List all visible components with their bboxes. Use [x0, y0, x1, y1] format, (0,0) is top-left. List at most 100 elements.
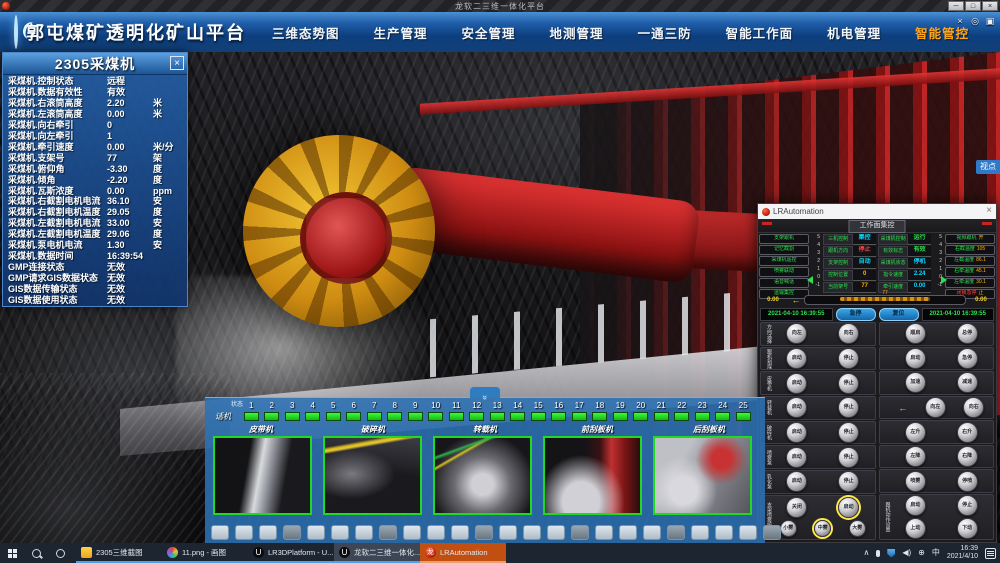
- nav-item-1[interactable]: 三维态势图: [272, 23, 340, 42]
- channel-status-block[interactable]: [736, 412, 751, 421]
- round-button-减速[interactable]: 减速: [957, 372, 978, 393]
- channel-status-block[interactable]: [613, 412, 628, 421]
- camera-thumbnail-4[interactable]: [543, 436, 642, 515]
- nav-item-5[interactable]: 一通三防: [638, 23, 692, 42]
- round-button-喷雾[interactable]: 喷雾: [905, 471, 926, 492]
- strip-tile[interactable]: [355, 525, 373, 540]
- nav-item-2[interactable]: 生产管理: [374, 23, 428, 42]
- channel-status-block[interactable]: [449, 412, 464, 421]
- round-button-停止[interactable]: 停止: [838, 348, 859, 369]
- channel-status-block[interactable]: [695, 412, 710, 421]
- taskbar-item-5[interactable]: 龙LRAutomation: [420, 543, 506, 563]
- status-button[interactable]: 左截温度86.1: [945, 256, 995, 266]
- clock[interactable]: 16:39 2021/4/10: [947, 545, 978, 561]
- speaker-icon[interactable]: ◀): [902, 543, 911, 563]
- round-button-加速[interactable]: 加速: [905, 372, 926, 393]
- channel-status-block[interactable]: [633, 412, 648, 421]
- round-button-下动[interactable]: 下动: [957, 518, 978, 539]
- shearer-position-marker[interactable]: [840, 297, 930, 301]
- mode-button[interactable]: 采煤机遥控: [759, 256, 809, 266]
- strip-tile[interactable]: [667, 525, 685, 540]
- tools-icon[interactable]: ×: [954, 15, 966, 27]
- strip-tile[interactable]: [235, 525, 253, 540]
- start-button[interactable]: [0, 543, 24, 563]
- strip-tile[interactable]: [475, 525, 493, 540]
- lrautomation-titlebar[interactable]: LRAutomation ×: [758, 204, 996, 219]
- channel-status-block[interactable]: [305, 412, 320, 421]
- strip-tile[interactable]: [307, 525, 325, 540]
- strip-tile[interactable]: [715, 525, 733, 540]
- strip-tile[interactable]: [571, 525, 589, 540]
- mode-button[interactable]: 记忆截割: [759, 245, 809, 255]
- strip-tile[interactable]: [259, 525, 277, 540]
- fullscreen-icon[interactable]: ▣: [984, 15, 996, 27]
- nav-item-7[interactable]: 机电管理: [827, 23, 881, 42]
- round-button-关闭[interactable]: 关闭: [786, 497, 807, 518]
- estop-button[interactable]: 急停: [836, 308, 876, 321]
- strip-tile[interactable]: [739, 525, 757, 540]
- round-button-停喷[interactable]: 停喷: [957, 471, 978, 492]
- round-button-急停[interactable]: 急停: [957, 348, 978, 369]
- channel-status-block[interactable]: [264, 412, 279, 421]
- channel-status-block[interactable]: [244, 412, 259, 421]
- ime-indicator[interactable]: 中: [932, 543, 940, 563]
- round-button-停止[interactable]: 停止: [838, 397, 859, 418]
- channel-status-block[interactable]: [572, 412, 587, 421]
- round-button-停止[interactable]: 停止: [838, 471, 859, 492]
- channel-status-block[interactable]: [592, 412, 607, 421]
- strip-tile[interactable]: [643, 525, 661, 540]
- mode-button[interactable]: 喷雾联动: [759, 267, 809, 277]
- strip-tile[interactable]: [403, 525, 421, 540]
- status-button[interactable]: 左牵温度30.1: [945, 278, 995, 288]
- camera-thumbnail-5[interactable]: [653, 436, 752, 515]
- channel-status-block[interactable]: [428, 412, 443, 421]
- nav-item-4[interactable]: 地测管理: [550, 23, 604, 42]
- strip-tile[interactable]: [547, 525, 565, 540]
- status-button[interactable]: 右牵温度45.1: [945, 267, 995, 277]
- maximize-button[interactable]: □: [965, 1, 981, 11]
- collapse-chevron-button[interactable]: «: [470, 387, 500, 398]
- channel-status-block[interactable]: [367, 412, 382, 421]
- channel-status-block[interactable]: [326, 412, 341, 421]
- shearer-close-icon[interactable]: ×: [170, 56, 184, 70]
- channel-status-block[interactable]: [408, 412, 423, 421]
- channel-status-block[interactable]: [715, 412, 730, 421]
- round-button-上动[interactable]: 上动: [905, 518, 926, 539]
- round-button-小雾[interactable]: 小雾: [780, 520, 797, 537]
- round-button-启动[interactable]: 启动: [786, 348, 807, 369]
- taskbar-item-3[interactable]: ULR3DPlatform - U...: [248, 543, 334, 563]
- round-button-大雾[interactable]: 大雾: [849, 520, 866, 537]
- strip-tile[interactable]: [451, 525, 469, 540]
- camera-thumbnail-1[interactable]: [213, 436, 312, 515]
- taskbar-item-2[interactable]: 11.png - 画图: [162, 543, 248, 563]
- strip-tile[interactable]: [523, 525, 541, 540]
- channel-status-block[interactable]: [346, 412, 361, 421]
- close-button[interactable]: ×: [982, 1, 998, 11]
- cortana-button[interactable]: [48, 543, 72, 563]
- round-button-向右[interactable]: 向右: [963, 397, 984, 418]
- strip-tile[interactable]: [619, 525, 637, 540]
- strip-tile[interactable]: [763, 525, 781, 540]
- search-button[interactable]: [24, 543, 48, 563]
- taskbar-item-1[interactable]: 2305三维截图: [76, 543, 162, 563]
- channel-status-block[interactable]: [387, 412, 402, 421]
- round-button-启动[interactable]: 启动: [905, 495, 926, 516]
- settings-icon[interactable]: ◎: [969, 15, 981, 27]
- lrautomation-close-icon[interactable]: ×: [986, 205, 992, 216]
- strip-tile[interactable]: [379, 525, 397, 540]
- nav-item-6[interactable]: 智能工作面: [726, 23, 794, 42]
- round-button-总停[interactable]: 总停: [957, 323, 978, 344]
- round-button-停止[interactable]: 停止: [838, 422, 859, 443]
- mode-button[interactable]: 支架跟机: [759, 234, 809, 244]
- channel-status-block[interactable]: [654, 412, 669, 421]
- tray-chevron-up-icon[interactable]: ∧: [863, 543, 869, 563]
- strip-tile[interactable]: [595, 525, 613, 540]
- nav-item-3[interactable]: 安全管理: [462, 23, 516, 42]
- strip-tile[interactable]: [499, 525, 517, 540]
- security-shield-icon[interactable]: [887, 549, 895, 558]
- strip-tile[interactable]: [427, 525, 445, 540]
- round-button-启动[interactable]: 启动: [786, 447, 807, 468]
- round-button-启动[interactable]: 启动: [786, 373, 807, 394]
- strip-tile[interactable]: [211, 525, 229, 540]
- round-button-启动[interactable]: 启动: [905, 348, 926, 369]
